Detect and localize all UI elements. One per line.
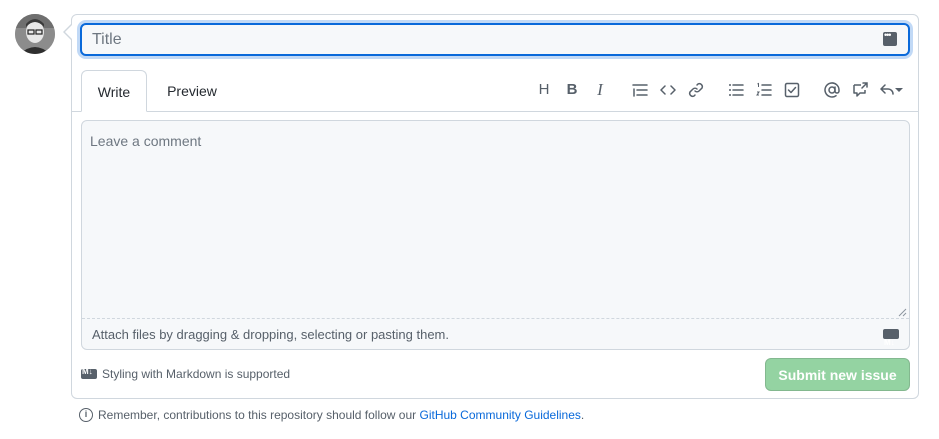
tab-preview[interactable]: Preview [154,70,230,112]
comment-box: Attach files by dragging & dropping, sel… [81,120,910,358]
chevron-down-icon [895,88,903,92]
markdown-note-text: Styling with Markdown is supported [102,367,291,381]
password-manager-icon[interactable] [883,30,897,46]
attach-files-bar[interactable]: Attach files by dragging & dropping, sel… [82,318,909,358]
comment-textarea[interactable] [82,121,909,319]
bold-icon[interactable]: B [558,78,586,102]
title-field[interactable] [80,23,910,56]
cross-reference-icon[interactable] [846,78,874,102]
comment-caret-fill [65,25,72,39]
avatar-portrait-icon [15,14,55,54]
link-icon[interactable] [682,78,710,102]
info-icon: i [79,408,93,422]
reply-icon[interactable] [874,78,908,102]
markdown-note[interactable]: Styling with Markdown is supported [81,367,290,381]
editor-tabs: Write Preview H B I [72,70,918,112]
italic-icon[interactable]: I [586,78,614,102]
contribution-guidelines-note: i Remember, contributions to this reposi… [79,408,584,422]
heading-icon[interactable]: H [530,78,558,102]
task-list-icon[interactable] [778,78,806,102]
tab-write[interactable]: Write [81,70,147,112]
mention-icon[interactable] [818,78,846,102]
avatar[interactable] [15,14,55,54]
code-icon[interactable] [654,78,682,102]
markdown-icon [81,367,97,379]
bulleted-list-icon[interactable] [722,78,750,102]
title-input[interactable] [82,25,908,54]
resize-grip-icon[interactable] [897,307,907,317]
guidelines-text: Remember, contributions to this reposito… [98,408,585,422]
numbered-list-icon[interactable] [750,78,778,102]
quote-icon[interactable] [626,78,654,102]
new-issue-panel: Write Preview H B I [71,14,919,399]
submit-new-issue-button[interactable]: Submit new issue [765,358,910,391]
markdown-icon [883,327,899,358]
community-guidelines-link[interactable]: GitHub Community Guidelines [420,408,581,422]
formatting-toolbar: H B I [530,78,908,102]
attach-files-hint: Attach files by dragging & dropping, sel… [92,327,449,342]
